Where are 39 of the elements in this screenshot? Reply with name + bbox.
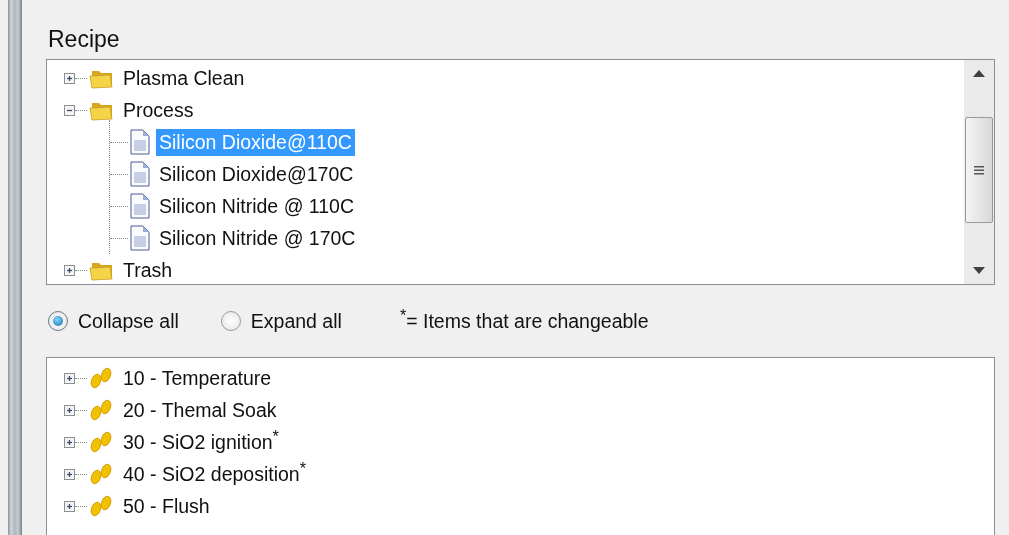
- tree-item[interactable]: 20 - Themal Soak: [120, 396, 280, 424]
- document-icon: [130, 161, 150, 187]
- tree-item[interactable]: 40 - SiO2 deposition$^{*}$: [120, 460, 310, 488]
- scroll-thumb[interactable]: [965, 117, 993, 223]
- note-text: $^{*}$= Items that are changeable: [399, 309, 649, 333]
- tree-item[interactable]: 50 - Flush: [120, 492, 213, 520]
- expander-icon[interactable]: [64, 500, 75, 512]
- expander-icon[interactable]: [64, 104, 75, 116]
- expander-icon[interactable]: [64, 264, 75, 276]
- tree-item[interactable]: Silicon Nitride @ 110C: [156, 192, 357, 220]
- tree-item[interactable]: Process: [120, 96, 197, 124]
- radio-option[interactable]: Expand all: [220, 309, 342, 333]
- radio-button[interactable]: [48, 311, 68, 331]
- tree-item[interactable]: 30 - SiO2 ignition$^{*}$: [120, 428, 282, 456]
- footprints-icon: [88, 398, 114, 422]
- tree-item[interactable]: Plasma Clean: [120, 64, 248, 92]
- expander-icon[interactable]: [64, 436, 75, 448]
- expander-icon[interactable]: [64, 468, 75, 480]
- document-icon: [130, 129, 150, 155]
- scroll-down-icon[interactable]: [973, 267, 985, 274]
- radio-button[interactable]: [220, 311, 241, 331]
- footprints-icon: [88, 366, 114, 390]
- expander-icon[interactable]: [64, 404, 75, 416]
- tree-item[interactable]: Silicon Nitride @ 170C: [156, 224, 359, 252]
- tree-item[interactable]: Silicon Dioxide@170C: [156, 160, 357, 188]
- scrollbar[interactable]: [964, 60, 994, 284]
- radio-option[interactable]: Collapse all: [48, 309, 179, 333]
- expander-icon[interactable]: [64, 72, 75, 84]
- footprints-icon: [88, 430, 114, 454]
- grip-icon: [974, 165, 984, 175]
- footprints-icon: [88, 462, 114, 486]
- tree-item[interactable]: Trash: [120, 256, 176, 284]
- expander-icon[interactable]: [64, 372, 75, 384]
- tree-item[interactable]: 10 - Temperature: [120, 364, 275, 392]
- footprints-icon: [88, 494, 114, 518]
- scroll-up-icon[interactable]: [973, 70, 985, 77]
- section-title: Recipe: [48, 26, 121, 53]
- document-icon: [130, 225, 150, 251]
- document-icon: [130, 193, 150, 219]
